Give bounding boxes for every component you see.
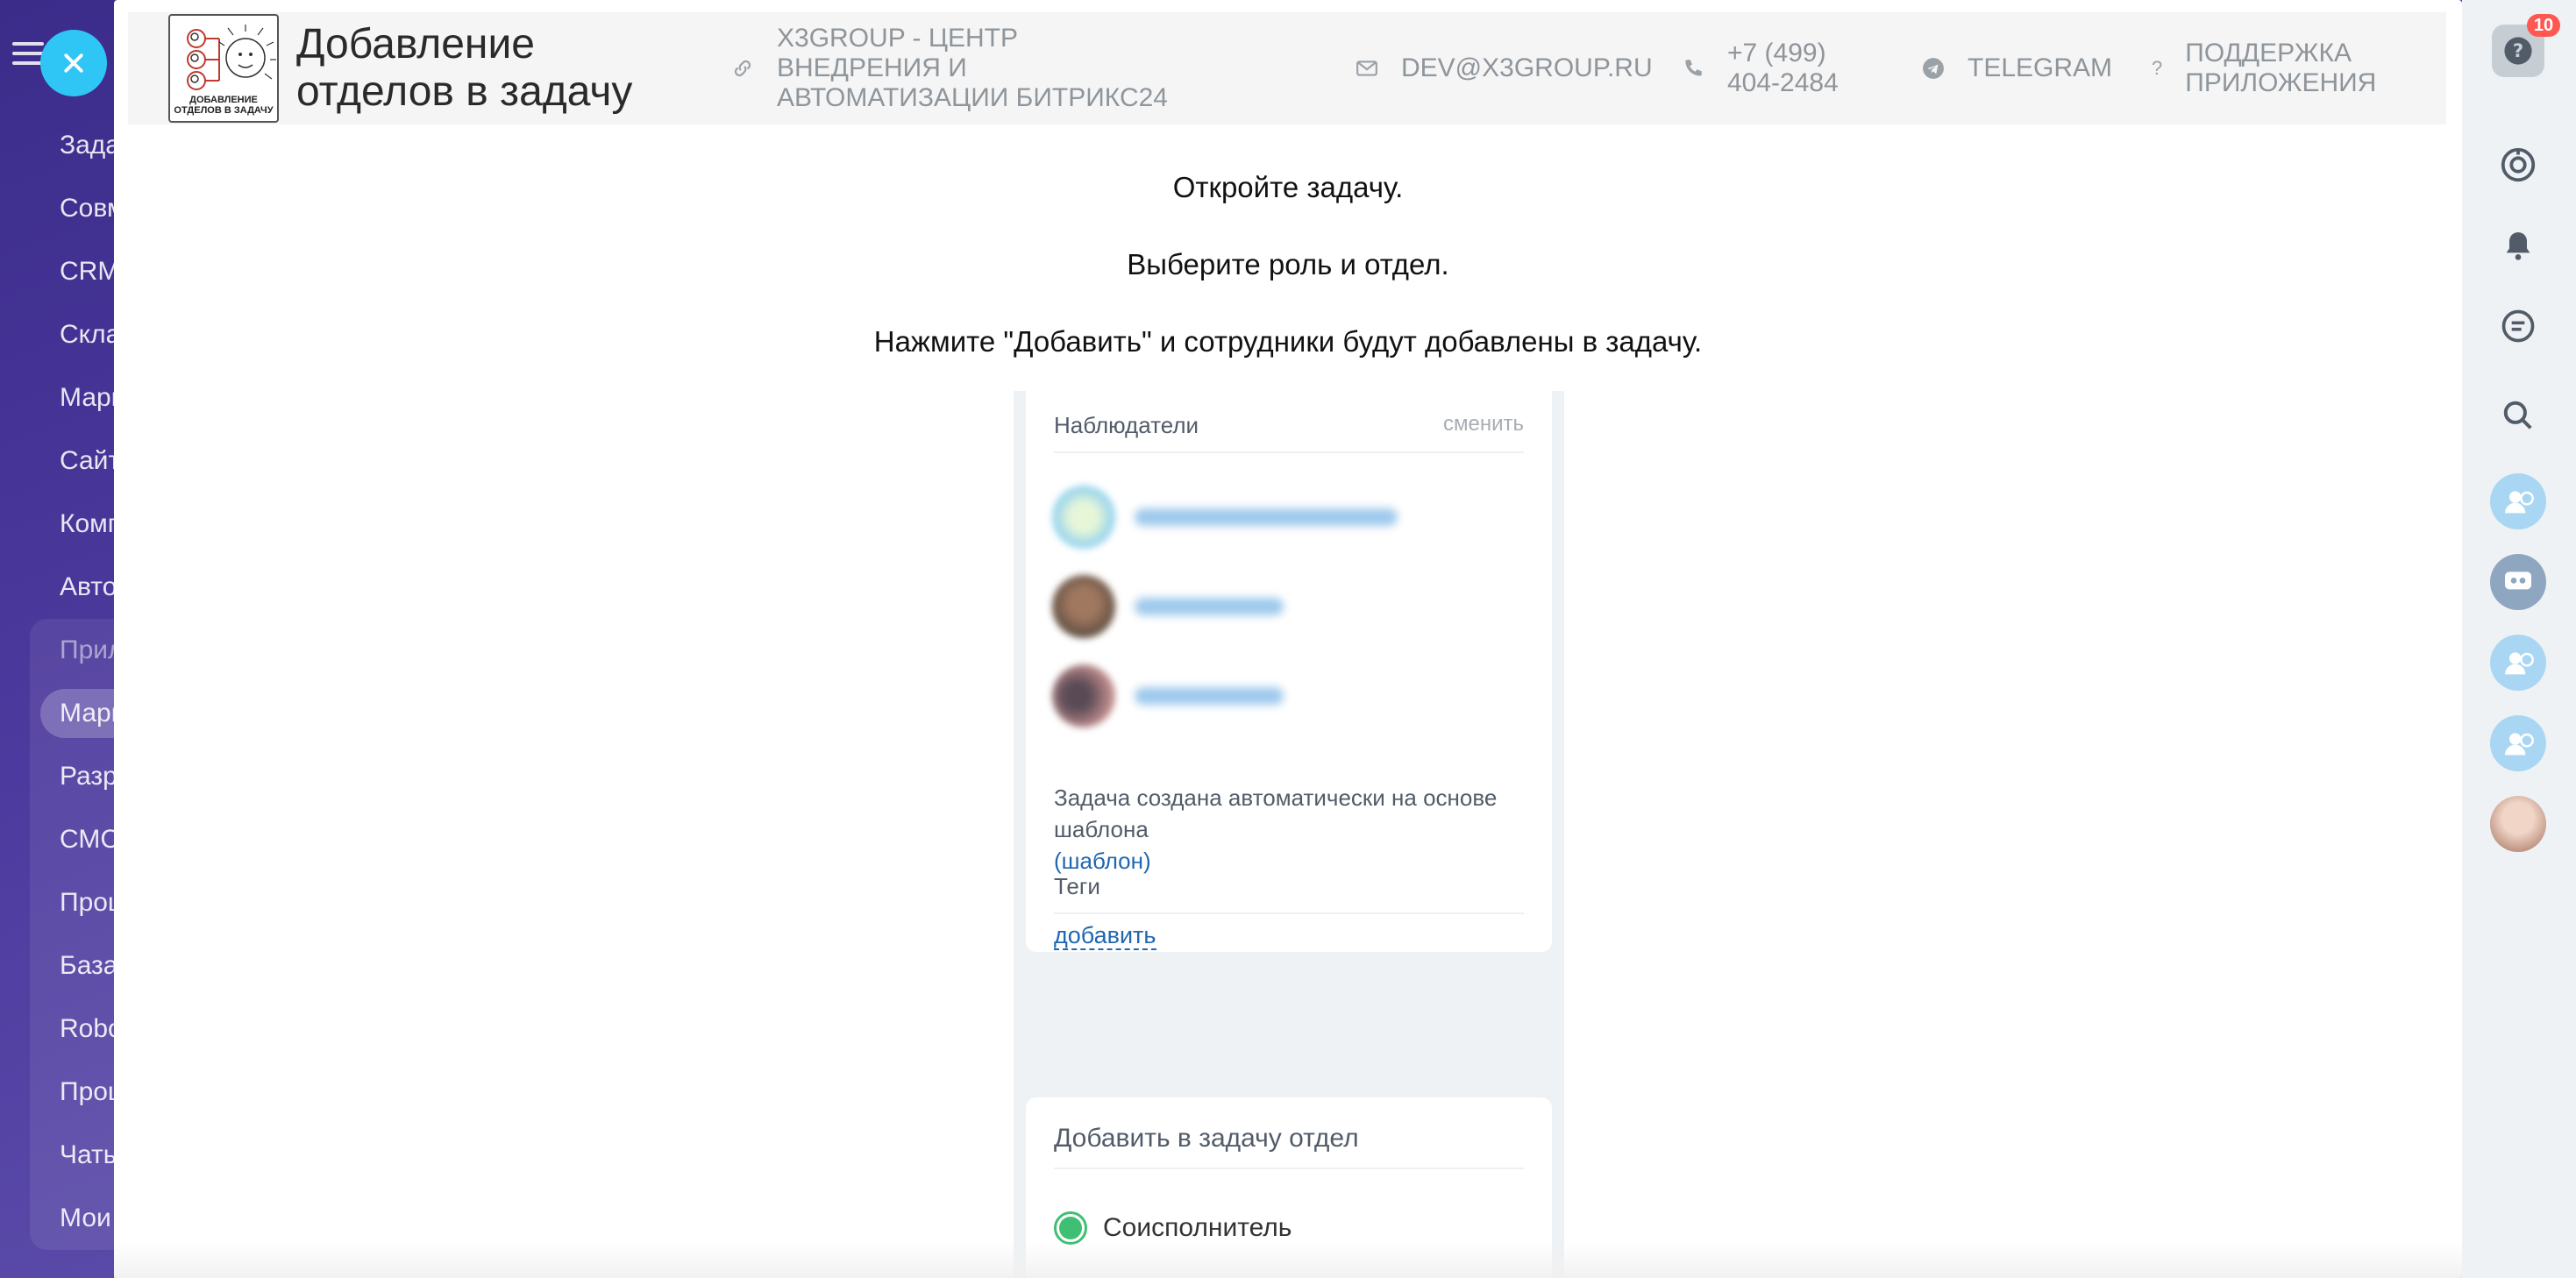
sidebar-group-item[interactable]: База знаний <box>30 934 123 998</box>
user-clock-icon <box>2505 652 2534 675</box>
app-slider: ДОБАВЛЕНИЕ ОТДЕЛОВ В ЗАДАЧУ Добавление о… <box>114 0 2462 1278</box>
email-label: DEV@X3GROUP.RU <box>1401 53 1653 82</box>
chat-icon <box>2501 309 2535 343</box>
sidebar-item[interactable]: Совместная работа <box>0 177 123 240</box>
user-clock-icon <box>2505 491 2534 514</box>
bell-icon <box>2506 232 2530 260</box>
search-icon <box>2503 401 2532 430</box>
link-icon <box>731 57 754 80</box>
support-link[interactable]: ? ПОДДЕРЖКА ПРИЛОЖЕНИЯ <box>2152 12 2415 124</box>
avatar <box>1052 575 1115 638</box>
tags-header: Теги <box>1054 873 1524 914</box>
recent-user-avatar[interactable] <box>2490 715 2546 771</box>
company-link[interactable]: X3GROUP - ЦЕНТР ВНЕДРЕНИЯ И АВТОМАТИЗАЦИ… <box>731 12 1187 124</box>
telegram-icon <box>1922 57 1945 80</box>
sidebar-item[interactable]: CRM <box>0 240 123 303</box>
instruction-step-1: Откройте задачу. <box>1172 171 1404 203</box>
sidebar-group-item[interactable]: Процессы <box>30 1061 123 1124</box>
messenger-button[interactable] <box>2490 298 2546 354</box>
search-button[interactable] <box>2490 387 2546 444</box>
add-tag-link: добавить <box>1054 922 1156 950</box>
sidebar-item[interactable]: Склад <box>0 303 123 366</box>
telegram-label: TELEGRAM <box>1968 53 2113 82</box>
observer-avatar-blurred <box>1052 664 1284 728</box>
company-link-label: X3GROUP - ЦЕНТР ВНЕДРЕНИЯ И АВТОМАТИЗАЦИ… <box>777 24 1168 112</box>
blurred-name <box>1135 598 1284 615</box>
sidebar-group-applications: Приложения Маркет Разработчикам СМС-пров… <box>30 619 123 1250</box>
close-slider-button[interactable] <box>40 30 107 96</box>
template-note-text: Задача создана автоматически на основе ш… <box>1054 785 1498 842</box>
observer-avatar-blurred <box>1052 486 1398 549</box>
mail-icon <box>1356 57 1378 80</box>
help-badge: 10 <box>2527 14 2560 37</box>
instructions: Откройте задачу. Выберите роль и отдел. … <box>114 149 2462 380</box>
blurred-name <box>1135 687 1284 705</box>
phone-link[interactable]: +7 (499) 404-2484 <box>1682 12 1857 124</box>
instruction-step-3: Нажмите "Добавить" и сотрудники будут до… <box>873 325 1703 358</box>
logo-illustration-icon <box>187 25 276 90</box>
background-sidebar: Задачи и проекты Совместная работа CRM С… <box>0 0 123 1278</box>
sidebar-item[interactable]: Сайты и магазины <box>0 430 123 493</box>
sidebar-group-item[interactable]: Мои <box>30 1187 123 1250</box>
sidebar-group-item[interactable]: Разработчикам <box>30 745 123 808</box>
bottom-fade <box>114 1243 2462 1278</box>
task-screenshot: Наблюдатели сменить Задача создана автом… <box>1014 391 1564 1278</box>
avatar <box>1052 486 1115 549</box>
phone-icon <box>1682 57 1704 80</box>
observer-avatar-blurred <box>1052 575 1284 638</box>
avatar <box>1052 664 1115 728</box>
observers-label: Наблюдатели <box>1054 412 1199 438</box>
recent-group-chat[interactable] <box>2490 554 2546 610</box>
instruction-step-2: Выберите роль и отдел. <box>1127 248 1449 280</box>
tags-label: Теги <box>1054 873 1100 899</box>
svg-text:?: ? <box>2513 40 2523 62</box>
notifications-button[interactable] <box>2490 217 2546 273</box>
sidebar-group-item[interactable]: Чаты <box>30 1124 123 1187</box>
email-link[interactable]: DEV@X3GROUP.RU <box>1356 12 1653 124</box>
background-menu: Задачи и проекты Совместная работа CRM С… <box>0 114 123 1250</box>
task-sidebar-card: Наблюдатели сменить Задача создана автом… <box>1026 391 1552 952</box>
recent-user-avatar[interactable] <box>2490 635 2546 691</box>
sidebar-group-item[interactable]: Robots <box>30 998 123 1061</box>
template-note: Задача создана автоматически на основе ш… <box>1054 782 1527 877</box>
sidebar-item[interactable]: Задачи и проекты <box>0 114 123 177</box>
group-chat-icon <box>2505 572 2531 590</box>
role-radio-label: Соисполнитель <box>1103 1213 1292 1242</box>
user-photo-avatar[interactable] <box>2490 796 2546 852</box>
blurred-name <box>1135 508 1398 526</box>
template-link: (шаблон) <box>1054 848 1151 874</box>
question-icon: ? <box>2152 57 2163 79</box>
recent-user-avatar[interactable] <box>2490 473 2546 529</box>
timeman-button[interactable] <box>2490 137 2546 193</box>
right-panel: ? 10 <box>2462 0 2576 1278</box>
user-clock-icon <box>2505 733 2534 756</box>
sidebar-item[interactable]: Компания <box>0 493 123 556</box>
support-label: ПОДДЕРЖКА ПРИЛОЖЕНИЯ <box>2185 39 2377 97</box>
sidebar-item[interactable]: Маркетинг <box>0 366 123 430</box>
add-department-title: Добавить в задачу отдел <box>1054 1124 1524 1169</box>
role-radio-coexecutor: Соисполнитель <box>1054 1211 1292 1245</box>
telegram-link[interactable]: TELEGRAM <box>1922 12 2112 124</box>
close-icon <box>64 53 83 73</box>
app-logo: ДОБАВЛЕНИЕ ОТДЕЛОВ В ЗАДАЧУ <box>168 14 279 123</box>
app-header: ДОБАВЛЕНИЕ ОТДЕЛОВ В ЗАДАЧУ Добавление о… <box>128 12 2446 124</box>
help-button[interactable]: ? 10 <box>2492 14 2560 77</box>
sidebar-item[interactable]: Автоматизация <box>0 556 123 619</box>
sidebar-group-item[interactable]: СМС-провайдеры <box>30 808 123 871</box>
question-icon: ? <box>2504 37 2532 65</box>
menu-icon[interactable] <box>12 42 44 65</box>
change-link: сменить <box>1442 412 1524 436</box>
phone-label: +7 (499) 404-2484 <box>1727 39 1839 97</box>
app-title: Добавление отделов в задачу <box>296 21 633 115</box>
logo-caption: ДОБАВЛЕНИЕ ОТДЕЛОВ В ЗАДАЧУ <box>174 95 274 116</box>
sidebar-group-item[interactable]: Процессы <box>30 871 123 934</box>
clock-refresh-icon <box>2501 147 2536 182</box>
sidebar-group-item[interactable]: Приложения <box>30 619 123 682</box>
radio-checked-icon <box>1054 1211 1087 1245</box>
sidebar-group-item-active[interactable]: Маркет <box>40 689 123 738</box>
observers-header: Наблюдатели сменить <box>1054 412 1524 453</box>
